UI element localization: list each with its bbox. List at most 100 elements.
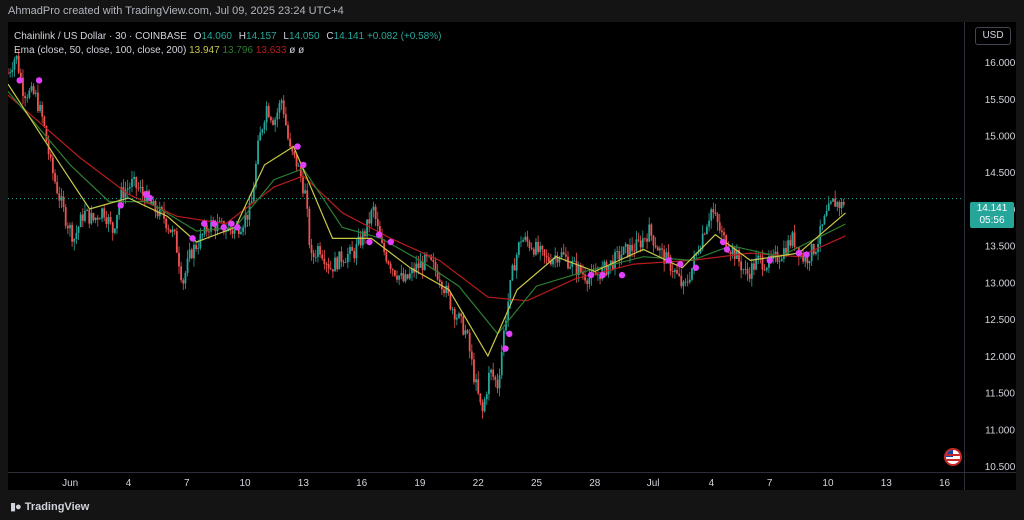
ema-label[interactable]: Ema (close, 50, close, 100, close, 200) (14, 45, 186, 56)
candle-body (246, 214, 249, 220)
candle-body (509, 280, 512, 302)
candle-body (280, 100, 283, 104)
signal-marker (201, 220, 208, 227)
currency-button[interactable]: USD (975, 27, 1011, 45)
candle-body (103, 208, 106, 218)
candle-body (96, 217, 99, 220)
candle-body (11, 69, 14, 73)
candle-body (597, 274, 599, 276)
candle-body (494, 376, 497, 380)
tradingview-logo[interactable]: ▮● TradingView (10, 500, 89, 513)
candle-body (135, 176, 138, 188)
signal-marker (16, 77, 23, 84)
signal-marker (234, 224, 241, 231)
candle-body (321, 254, 324, 259)
candle-body (479, 393, 482, 403)
candle-body (475, 379, 477, 383)
candle-body (485, 394, 488, 400)
candle-body (231, 230, 234, 234)
candle-body (180, 266, 183, 281)
candle-body (54, 173, 56, 182)
candle-body (496, 379, 499, 389)
candle-body (688, 279, 691, 283)
candle-body (584, 274, 586, 281)
candle-body (340, 251, 343, 262)
high-label: H (238, 31, 247, 42)
candle-body (398, 275, 401, 280)
candle-body (287, 125, 289, 139)
ema-legend[interactable]: Ema (close, 50, close, 100, close, 200) … (14, 45, 304, 56)
candle-body (753, 263, 755, 270)
candle-body (349, 247, 351, 254)
candle-body (327, 264, 330, 269)
candle-body (325, 264, 328, 265)
candle-body (729, 252, 732, 254)
candle-body (282, 100, 285, 115)
candle-body (827, 203, 830, 211)
y-tick-label: 15.500 (985, 95, 1016, 106)
x-tick-label: 25 (531, 478, 543, 489)
signal-marker (587, 271, 595, 279)
x-tick-label: 4 (126, 478, 132, 489)
candle-body (169, 229, 172, 233)
signal-marker (366, 238, 373, 246)
us-flag-icon[interactable] (944, 448, 962, 466)
candle-body (708, 220, 710, 227)
candle-body (449, 293, 452, 310)
candle-body (113, 228, 116, 233)
candle-body (438, 279, 441, 283)
candle-body (34, 92, 37, 94)
x-tick-label: Jun (62, 478, 78, 489)
candle-body (372, 206, 375, 211)
candle-body (765, 267, 768, 270)
candle-body (821, 224, 824, 227)
candle-body (355, 244, 358, 259)
candle-body (522, 239, 525, 242)
candle-body (780, 258, 783, 262)
candle-body (302, 177, 304, 194)
change-value: +0.082 (+0.58%) (366, 31, 442, 42)
candle-body (368, 219, 371, 224)
candle-body (468, 332, 471, 352)
signal-marker (117, 202, 124, 209)
candle-body (712, 209, 715, 213)
candle-body (116, 214, 118, 229)
candle-body (357, 236, 360, 245)
candle-body (289, 138, 292, 147)
candle-body (99, 218, 101, 220)
x-tick-label: 13 (298, 478, 310, 489)
candle-body (351, 247, 354, 251)
candle-body (218, 220, 221, 222)
candle-body (265, 105, 268, 123)
y-tick-label: 10.500 (985, 462, 1016, 473)
chart-area[interactable]: 10.500 11.000 11.500 12.000 12.500 13.000 13.5… (8, 22, 1016, 490)
candle-body (676, 270, 678, 274)
symbol-legend[interactable]: Chainlink / US Dollar · 30 · COINBASE O1… (14, 31, 441, 42)
candle-body (564, 254, 567, 257)
candle-body (483, 399, 486, 412)
chart-svg[interactable]: 10.500 11.000 11.500 12.000 12.500 13.000 13.5… (8, 22, 1016, 490)
candle-body (393, 270, 396, 276)
symbol-title[interactable]: Chainlink / US Dollar · 30 · COINBASE (14, 31, 187, 42)
signal-marker (502, 345, 509, 352)
candle-body (64, 207, 67, 226)
candle-body (171, 229, 174, 233)
candle-body (774, 251, 777, 254)
signal-marker (766, 257, 773, 264)
candle-body (520, 241, 522, 243)
top-bar: AhmadPro created with TradingView.com, J… (0, 0, 1024, 22)
candle-body (488, 372, 490, 395)
low-value: 14.050 (288, 31, 320, 42)
candle-body (274, 119, 277, 125)
candle-body (284, 114, 287, 126)
candle-body (56, 181, 59, 194)
close-label: C (326, 31, 334, 42)
candle-body (759, 255, 762, 258)
candle-body (295, 154, 298, 167)
candle-body (242, 227, 245, 232)
candle-body (791, 232, 794, 246)
candle-body (524, 236, 527, 240)
candle-body (331, 269, 334, 272)
candle-body (706, 226, 708, 235)
candle-body (815, 251, 817, 254)
